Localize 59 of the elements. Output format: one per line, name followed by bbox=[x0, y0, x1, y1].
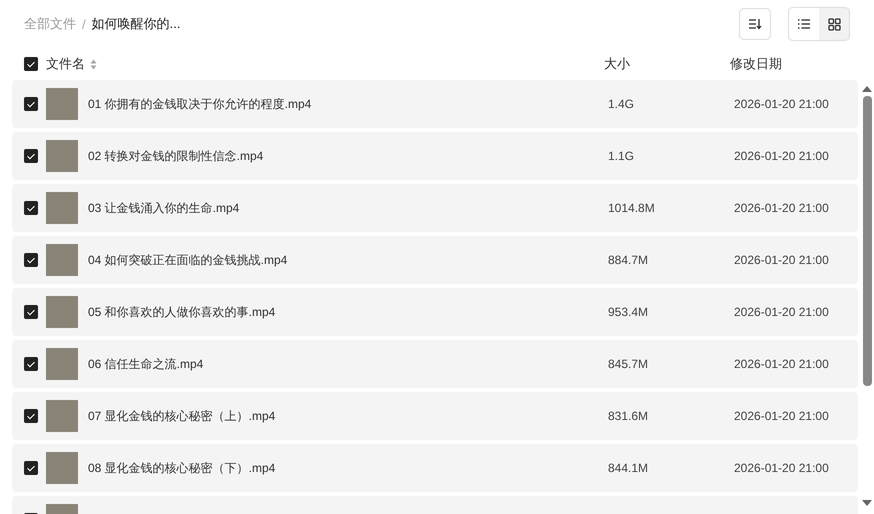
modified-date: 2026-01-20 21:00 bbox=[734, 305, 829, 319]
sort-button[interactable] bbox=[739, 8, 771, 40]
checkbox[interactable] bbox=[24, 357, 38, 371]
file-name: 04 如何突破正在面临的金钱挑战.mp4 bbox=[88, 252, 288, 268]
photo-placeholder bbox=[46, 244, 78, 276]
photo-placeholder bbox=[46, 452, 78, 484]
column-header[interactable]: 大小 bbox=[604, 55, 730, 73]
column-header[interactable]: 修改日期 bbox=[730, 55, 782, 73]
grid-icon bbox=[828, 18, 840, 30]
modified-date: 2026-01-20 21:00 bbox=[734, 201, 829, 215]
file-size: 831.6M bbox=[608, 409, 650, 423]
checkbox[interactable] bbox=[24, 97, 38, 111]
modified-date: 2026-01-20 21:00 bbox=[734, 357, 829, 371]
breadcrumb-item: 如何唤醒你的... bbox=[92, 15, 180, 33]
photo-placeholder bbox=[46, 88, 78, 120]
checkbox[interactable] bbox=[24, 305, 38, 319]
file-size: 1014.8M bbox=[608, 201, 656, 215]
file-row[interactable]: 06 信任生命之流.mp4 845.7M 2026-01-20 21:00 bbox=[12, 340, 858, 388]
photo-placeholder bbox=[46, 192, 78, 224]
file-row[interactable]: 08 显化金钱的核心秘密（下）.mp4 844.1M 2026-01-20 21:00 bbox=[12, 444, 858, 492]
file-size: 953.4M bbox=[608, 305, 650, 319]
file-row[interactable]: 02 转换对金钱的限制性信念.mp4 1.1G 2026-01-20 21:00 bbox=[12, 132, 858, 180]
file-row[interactable]: 03 让金钱涌入你的生命.mp4 1014.8M 2026-01-20 21:00 bbox=[12, 184, 858, 232]
file-name: 05 和你喜欢的人做你喜欢的事.mp4 bbox=[88, 304, 276, 320]
file-name: 02 转换对金钱的限制性信念.mp4 bbox=[88, 148, 264, 164]
file-name: 03 让金钱涌入你的生命.mp4 bbox=[88, 200, 240, 216]
list-view-button[interactable] bbox=[789, 8, 819, 40]
photo-placeholder bbox=[46, 296, 78, 328]
photo-placeholder bbox=[46, 348, 78, 380]
file-size: 1.1G bbox=[608, 149, 636, 163]
sort-icon bbox=[748, 18, 762, 30]
list-icon bbox=[797, 18, 811, 30]
file-name: 07 显化金钱的核心秘密（上）.mp4 bbox=[88, 408, 276, 424]
file-row[interactable]: 05 和你喜欢的人做你喜欢的事.mp4 953.4M 2026-01-20 21:00 bbox=[12, 288, 858, 336]
checkbox[interactable] bbox=[24, 409, 38, 423]
photo-placeholder bbox=[46, 400, 78, 432]
modified-date: 2026-01-20 21:00 bbox=[734, 253, 829, 267]
file-name: 01 你拥有的金钱取决于你允许的程度.mp4 bbox=[88, 96, 312, 112]
file-size: 844.1M bbox=[608, 461, 650, 475]
breadcrumb-separator: / bbox=[82, 16, 86, 32]
modified-date: 2026-01-20 21:00 bbox=[734, 461, 829, 475]
checkbox[interactable] bbox=[24, 461, 38, 475]
file-size: 845.7M bbox=[608, 357, 650, 371]
file-name: 06 信任生命之流.mp4 bbox=[88, 356, 204, 372]
checkbox[interactable] bbox=[24, 149, 38, 163]
file-size: 1.4G bbox=[608, 97, 636, 111]
checkbox[interactable] bbox=[24, 253, 38, 267]
modified-date: 2026-01-20 21:00 bbox=[734, 97, 829, 111]
column-header[interactable]: 文件名 bbox=[46, 55, 85, 73]
file-name: 08 显化金钱的核心秘密（下）.mp4 bbox=[88, 460, 276, 476]
modified-date: 2026-01-20 21:00 bbox=[734, 409, 829, 423]
file-size: 884.7M bbox=[608, 253, 650, 267]
photo-placeholder bbox=[46, 140, 78, 172]
file-row[interactable]: 07 显化金钱的核心秘密（上）.mp4 831.6M 2026-01-20 21:00 bbox=[12, 392, 858, 440]
checkbox[interactable] bbox=[24, 57, 38, 71]
checkbox[interactable] bbox=[24, 201, 38, 215]
file-row[interactable]: 01 你拥有的金钱取决于你允许的程度.mp4 1.4G 2026-01-20 21:00 bbox=[12, 80, 858, 128]
file-row[interactable]: 04 如何突破正在面临的金钱挑战.mp4 884.7M 2026-01-20 21:00 bbox=[12, 236, 858, 284]
modified-date: 2026-01-20 21:00 bbox=[734, 149, 829, 163]
